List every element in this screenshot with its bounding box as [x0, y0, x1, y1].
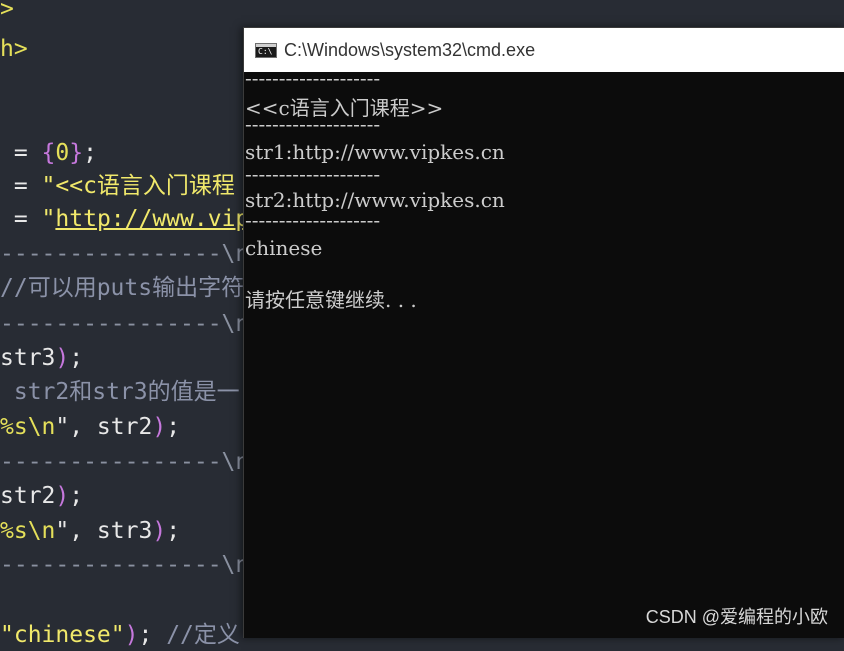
code-token: "chinese"	[0, 622, 125, 648]
code-token: )	[55, 483, 70, 509]
console-line: --------------------	[245, 66, 381, 90]
code-token: %s\n	[0, 414, 56, 440]
code-token: )	[124, 622, 139, 648]
code-token: ", str2	[55, 414, 153, 440]
code-token: ;	[69, 483, 84, 509]
code-token: )	[152, 414, 167, 440]
code-token: =	[0, 140, 42, 166]
console-line: chinese	[245, 236, 323, 260]
console-output[interactable]: -------------------- <<c语言入门课程>> ---------…	[245, 66, 844, 638]
cmd-window[interactable]: C:\ C:\Windows\system32\cmd.exe --------…	[243, 27, 844, 638]
console-line: --------------------	[245, 112, 381, 136]
code-line: h>	[0, 33, 28, 65]
code-token: ----------------\n	[0, 311, 250, 337]
code-line: %s\n", str2);	[0, 411, 180, 443]
code-token: %s\n	[0, 518, 56, 544]
code-line: ----------------\n	[0, 549, 249, 581]
code-token: ----------------\n	[0, 449, 250, 475]
code-line: //可以用puts输出字符	[0, 272, 244, 304]
code-token: ----------------\n	[0, 552, 250, 578]
code-token: "	[41, 206, 56, 232]
code-line: ----------------\n	[0, 238, 249, 270]
console-line: 请按任意键继续. . .	[245, 288, 417, 312]
code-token: //定义	[166, 622, 240, 648]
console-line: str1:http://www.vipkes.cn	[245, 140, 505, 164]
code-token: ;	[138, 622, 167, 648]
code-token: ----------------\n	[0, 241, 250, 267]
code-line: "chinese"); //定义	[0, 619, 240, 651]
code-line: str3);	[0, 342, 83, 374]
code-line: = {0};	[0, 137, 97, 169]
code-line: = "http://www.vip	[0, 203, 249, 235]
code-line: %s\n", str3);	[0, 515, 180, 547]
code-token: )	[55, 345, 70, 371]
code-line: str2和str3的值是一	[0, 376, 240, 408]
code-token: 0	[55, 140, 70, 166]
console-line: --------------------	[245, 208, 381, 232]
code-token: ", str3	[55, 518, 153, 544]
code-token: h>	[0, 36, 28, 62]
code-token: )	[152, 518, 167, 544]
code-token: ;	[166, 518, 181, 544]
code-token: str2和str3的值是一	[0, 379, 240, 405]
code-line: ----------------\n	[0, 308, 249, 340]
console-line: --------------------	[245, 162, 381, 186]
code-line: ----------------\n	[0, 446, 249, 478]
code-token: =	[0, 206, 42, 232]
code-line: >	[0, 0, 14, 25]
code-token: http://www.vip	[55, 206, 250, 232]
code-token: >	[0, 0, 14, 22]
code-token: str3	[0, 345, 56, 371]
code-token: "<<c语言入门课程	[41, 173, 235, 199]
window-title: C:\Windows\system32\cmd.exe	[284, 39, 536, 60]
code-token: =	[0, 173, 42, 199]
cmd-icon: C:\	[255, 42, 277, 58]
code-token: }	[69, 140, 84, 166]
code-token: //可以用puts输出字符	[0, 275, 245, 301]
code-token: ;	[69, 345, 84, 371]
code-line: str2);	[0, 480, 83, 512]
code-token: {	[41, 140, 56, 166]
code-token: ;	[83, 140, 97, 166]
watermark: CSDN @爱编程的小欧	[645, 607, 828, 627]
code-line: = "<<c语言入门课程	[0, 170, 235, 202]
code-token: ;	[166, 414, 181, 440]
code-token: str2	[0, 483, 56, 509]
